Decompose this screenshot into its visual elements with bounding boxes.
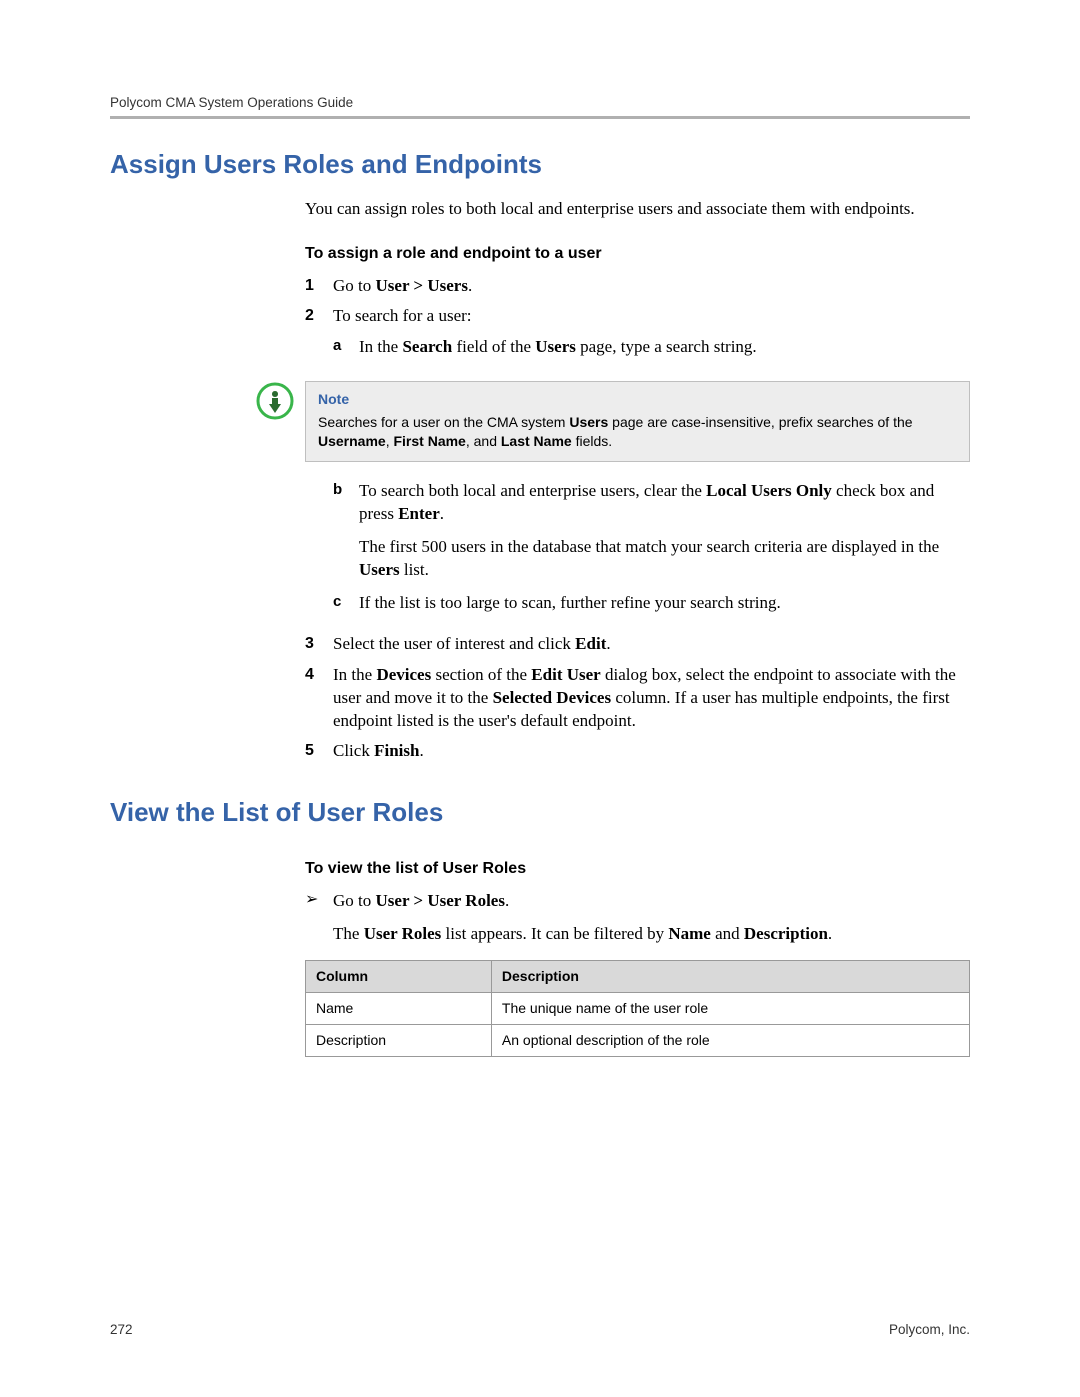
step-text: Go to User > Users. xyxy=(333,275,970,298)
step-number-blank xyxy=(305,480,333,625)
alpha-text: In the Search field of the Users page, t… xyxy=(359,336,970,359)
step-number: 2 xyxy=(305,305,333,369)
alpha-letter: a xyxy=(333,336,359,359)
header-rule xyxy=(110,116,970,119)
table-row: Name The unique name of the user role xyxy=(306,992,970,1024)
step-text: To search for a user: a In the Search fi… xyxy=(333,305,970,369)
step-2c: c If the list is too large to scan, furt… xyxy=(333,592,970,615)
step-2-cont: b To search both local and enterprise us… xyxy=(305,480,970,625)
step-1: 1 Go to User > Users. xyxy=(305,275,970,298)
step-5: 5 Click Finish. xyxy=(305,740,970,763)
arrow-icon: ➢ xyxy=(305,890,333,946)
alpha-list: a In the Search field of the Users page,… xyxy=(333,336,970,359)
table-header: Description xyxy=(491,960,969,992)
note-body: Searches for a user on the CMA system Us… xyxy=(318,413,957,451)
table-header-row: Column Description xyxy=(306,960,970,992)
procedure-subhead: To assign a role and endpoint to a user xyxy=(305,243,970,265)
step-3: 3 Select the user of interest and click … xyxy=(305,633,970,656)
section-heading: View the List of User Roles xyxy=(110,797,970,828)
document-page: Polycom CMA System Operations Guide Assi… xyxy=(0,0,1080,1397)
note-title: Note xyxy=(318,390,957,409)
numbered-list-cont: b To search both local and enterprise us… xyxy=(305,480,970,763)
step-text: Select the user of interest and click Ed… xyxy=(333,633,970,656)
table-row: Description An optional description of t… xyxy=(306,1024,970,1056)
table-cell: Name xyxy=(306,992,492,1024)
note-callout: Note Searches for a user on the CMA syst… xyxy=(255,381,970,462)
step-number: 4 xyxy=(305,664,333,733)
numbered-list: 1 Go to User > Users. 2 To search for a … xyxy=(305,275,970,370)
arrow-list: ➢ Go to User > User Roles. The User Role… xyxy=(305,890,970,946)
step-4: 4 In the Devices section of the Edit Use… xyxy=(305,664,970,733)
page-footer: 272 Polycom, Inc. xyxy=(110,1322,970,1337)
alpha-letter: b xyxy=(333,480,359,582)
procedure-subhead: To view the list of User Roles xyxy=(305,858,970,880)
note-box: Note Searches for a user on the CMA syst… xyxy=(305,381,970,462)
step-2b: b To search both local and enterprise us… xyxy=(333,480,970,582)
step-number: 3 xyxy=(305,633,333,656)
table-cell: The unique name of the user role xyxy=(491,992,969,1024)
section-heading: Assign Users Roles and Endpoints xyxy=(110,149,970,180)
section-body: You can assign roles to both local and e… xyxy=(305,198,970,763)
table-cell: Description xyxy=(306,1024,492,1056)
step-2: 2 To search for a user: a In the Search … xyxy=(305,305,970,369)
note-icon xyxy=(255,381,299,421)
table-cell: An optional description of the role xyxy=(491,1024,969,1056)
user-roles-table: Column Description Name The unique name … xyxy=(305,960,970,1057)
alpha-text: To search both local and enterprise user… xyxy=(359,480,970,582)
step-text: In the Devices section of the Edit User … xyxy=(333,664,970,733)
running-header: Polycom CMA System Operations Guide xyxy=(110,95,970,110)
arrow-text: Go to User > User Roles. The User Roles … xyxy=(333,890,970,946)
step-number: 1 xyxy=(305,275,333,298)
arrow-step: ➢ Go to User > User Roles. The User Role… xyxy=(305,890,970,946)
alpha-letter: c xyxy=(333,592,359,615)
page-number: 272 xyxy=(110,1322,133,1337)
intro-paragraph: You can assign roles to both local and e… xyxy=(305,198,970,221)
step-text: Click Finish. xyxy=(333,740,970,763)
section-body: To view the list of User Roles ➢ Go to U… xyxy=(305,858,970,1056)
step-2a: a In the Search field of the Users page,… xyxy=(333,336,970,359)
alpha-text: If the list is too large to scan, furthe… xyxy=(359,592,970,615)
alpha-list-cont: b To search both local and enterprise us… xyxy=(333,480,970,615)
table-header: Column xyxy=(306,960,492,992)
step-number: 5 xyxy=(305,740,333,763)
company-name: Polycom, Inc. xyxy=(889,1322,970,1337)
